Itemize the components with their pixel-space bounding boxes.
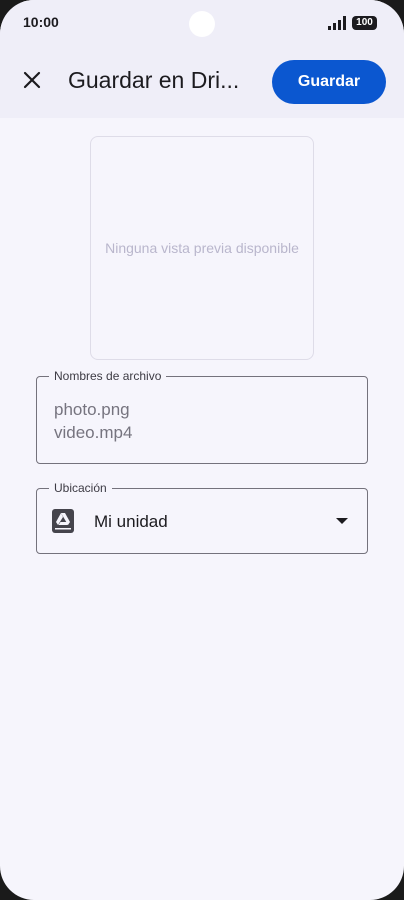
- file-names-field[interactable]: Nombres de archivo photo.png video.mp4: [36, 369, 368, 464]
- save-button[interactable]: Guardar: [272, 60, 386, 104]
- file-preview: Ninguna vista previa disponible: [90, 136, 314, 360]
- location-dropdown[interactable]: Ubicación Mi unidad: [36, 481, 368, 554]
- no-preview-text: Ninguna vista previa disponible: [105, 240, 299, 256]
- signal-icon: [328, 16, 346, 30]
- file-names-label: Nombres de archivo: [49, 369, 167, 383]
- close-icon: [23, 71, 41, 89]
- status-bar: 10:00 100: [0, 0, 404, 44]
- file-name-item: photo.png: [54, 400, 130, 419]
- close-button[interactable]: [14, 62, 50, 98]
- battery-icon: 100: [352, 16, 377, 30]
- app-bar: Guardar en Dri... Guardar: [0, 44, 404, 118]
- chevron-down-icon[interactable]: [335, 516, 349, 526]
- file-name-item: video.mp4: [54, 423, 133, 442]
- camera-cutout: [189, 11, 215, 37]
- status-time: 10:00: [23, 14, 59, 30]
- phone-screen: 10:00 100 Guardar en Dri... Guardar Ning…: [0, 0, 404, 900]
- location-value: Mi unidad: [94, 512, 168, 531]
- location-label: Ubicación: [49, 481, 112, 495]
- page-title: Guardar en Dri...: [68, 67, 240, 93]
- drive-icon: [52, 509, 74, 533]
